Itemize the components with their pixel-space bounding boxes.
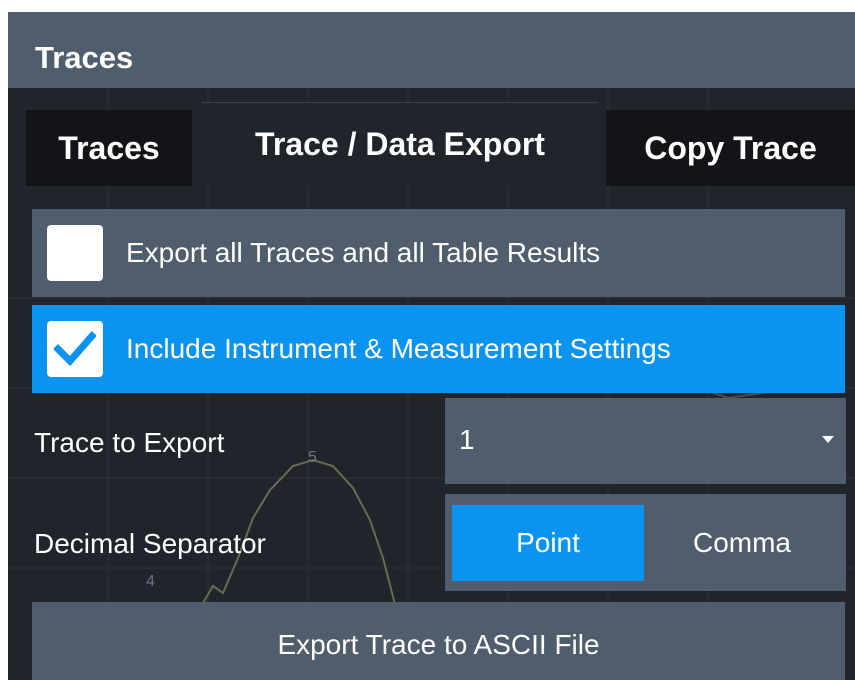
export-all-label: Export all Traces and all Table Results <box>126 237 601 268</box>
trace-to-export-label: Trace to Export <box>34 427 225 458</box>
decimal-separator-label: Decimal Separator <box>34 528 266 559</box>
trace-to-export-dropdown[interactable]: 1 <box>445 398 846 484</box>
tab-trace-data-export-label: Trace / Data Export <box>255 126 545 162</box>
dialog-title: Traces <box>35 40 134 75</box>
point-option-label: Point <box>516 527 580 558</box>
traces-dialog: Traces 5 4 Traces Trace / Data Export Co… <box>8 12 855 680</box>
trace-marker-4: 4 <box>146 573 155 590</box>
trace-to-export-value: 1 <box>459 424 475 455</box>
checkmark-icon <box>54 331 96 367</box>
tab-traces-label: Traces <box>58 129 160 166</box>
tab-copy-trace[interactable]: Copy Trace <box>606 110 855 186</box>
dropdown-arrow-icon <box>822 436 834 443</box>
tab-traces[interactable]: Traces <box>26 110 192 186</box>
title-bar: Traces <box>8 12 855 88</box>
dialog-content: 5 4 Traces Trace / Data Export Copy Trac… <box>8 88 855 680</box>
decimal-separator-toggle: Point Comma <box>445 494 846 591</box>
export-all-checkbox[interactable] <box>47 225 103 281</box>
tab-copy-trace-label: Copy Trace <box>644 129 817 166</box>
include-settings-checkbox[interactable] <box>47 321 103 377</box>
export-trace-button-label: Export Trace to ASCII File <box>277 629 600 660</box>
include-settings-checkbox-row[interactable]: Include Instrument & Measurement Setting… <box>32 305 845 393</box>
decimal-separator-point-option[interactable]: Point <box>452 505 644 581</box>
comma-option-label: Comma <box>692 527 791 558</box>
decimal-separator-comma-option[interactable]: Comma <box>644 505 840 581</box>
export-trace-to-ascii-button[interactable]: Export Trace to ASCII File <box>32 602 845 680</box>
tab-trace-data-export[interactable]: Trace / Data Export <box>202 102 598 186</box>
include-settings-label: Include Instrument & Measurement Setting… <box>126 333 671 364</box>
export-all-checkbox-row[interactable]: Export all Traces and all Table Results <box>32 209 845 297</box>
trace-marker-5: 5 <box>308 449 317 466</box>
